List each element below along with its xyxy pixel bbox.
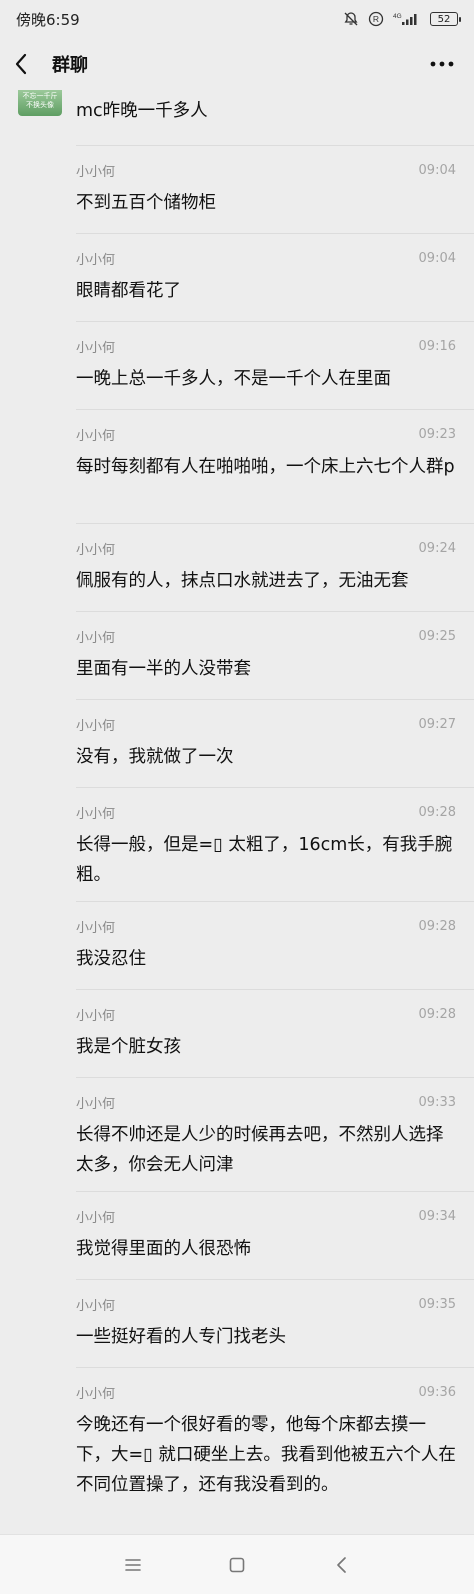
message-time: 09:36 [418, 1384, 456, 1400]
chat-list[interactable]: 不忘一千斤 不换头像 mc昨晚一千多人 小小何 09:04 不到五百个储物柜 小小… [0, 90, 474, 1534]
message-text: 今晚还有一个很好看的零，他每个床都去摸一下，大=▯ 就口硬坐上去。我看到他被五六… [76, 1415, 456, 1495]
sender-name[interactable]: 小小何 [76, 337, 115, 356]
chevron-left-icon [15, 53, 27, 75]
system-back-button[interactable] [327, 1551, 355, 1579]
message-item: 小小何 09:28 长得一般，但是=▯ 太粗了，16cm长，有我手腕粗。 [76, 802, 456, 890]
message-text: 我没忍住 [76, 949, 146, 969]
message-time: 09:28 [418, 918, 456, 934]
message-item: 小小何 09:28 我是个脏女孩 [76, 1004, 456, 1062]
divider [76, 1279, 474, 1280]
sender-name[interactable]: 小小何 [76, 1093, 115, 1112]
message-time: 09:04 [418, 162, 456, 178]
message-time: 09:28 [418, 1006, 456, 1022]
triangle-back-icon [337, 1556, 346, 1573]
message-item: 小小何 09:04 不到五百个储物柜 [76, 160, 456, 218]
status-bar: 傍晚6:59 R 4G 52 [0, 0, 474, 38]
message-time: 09:33 [418, 1094, 456, 1110]
sender-name[interactable]: 小小何 [76, 715, 115, 734]
sender-name[interactable]: 小小何 [76, 1295, 115, 1314]
divider [76, 901, 474, 902]
hamburger-icon [125, 1558, 141, 1571]
network-label: 4G [393, 13, 402, 20]
message-item: 小小何 09:25 里面有一半的人没带套 [76, 626, 456, 684]
message-text: 不到五百个储物柜 [76, 193, 216, 213]
message-time: 09:34 [418, 1208, 456, 1224]
avatar[interactable]: 不忘一千斤 不换头像 [18, 90, 62, 116]
message-item: 小小何 09:24 佩服有的人，抹点口水就进去了，无油无套 [76, 538, 456, 596]
message-text: 我觉得里面的人很恐怖 [76, 1239, 251, 1259]
message-time: 09:24 [418, 540, 456, 556]
message-time: 09:27 [418, 716, 456, 732]
message-text: 长得一般，但是=▯ 太粗了，16cm长，有我手腕粗。 [76, 835, 453, 885]
message-item: 小小何 09:27 没有，我就做了一次 [76, 714, 456, 772]
sender-name[interactable]: 小小何 [76, 627, 115, 646]
battery-icon: 52 [430, 12, 461, 26]
divider [76, 523, 474, 524]
sender-name[interactable]: 小小何 [76, 249, 115, 268]
svg-text:R: R [373, 14, 379, 24]
message-item: mc昨晚一千多人 [76, 96, 456, 126]
sender-name[interactable]: 小小何 [76, 1383, 115, 1402]
message-text: mc昨晚一千多人 [76, 101, 208, 121]
more-button[interactable] [424, 44, 460, 84]
bell-off-icon [343, 11, 359, 27]
divider [76, 787, 474, 788]
message-item: 小小何 09:36 今晚还有一个很好看的零，他每个床都去摸一下，大=▯ 就口硬坐上… [76, 1382, 456, 1500]
system-nav-bar [0, 1534, 474, 1594]
divider [76, 989, 474, 990]
sender-name[interactable]: 小小何 [76, 161, 115, 180]
message-item: 小小何 09:16 一晚上总一千多人，不是一千个人在里面 [76, 336, 456, 394]
message-text: 里面有一半的人没带套 [76, 659, 251, 679]
message-text: 长得不帅还是人少的时候再去吧，不然别人选择太多，你会无人问津 [76, 1125, 444, 1175]
more-dots-icon [430, 61, 454, 67]
message-time: 09:23 [418, 426, 456, 442]
message-text: 眼睛都看花了 [76, 281, 181, 301]
message-item: 小小何 09:34 我觉得里面的人很恐怖 [76, 1206, 456, 1264]
page-title: 群聊 [52, 55, 88, 76]
divider [76, 409, 474, 410]
message-text: 佩服有的人，抹点口水就进去了，无油无套 [76, 571, 409, 591]
divider [76, 145, 474, 146]
message-item: 小小何 09:28 我没忍住 [76, 916, 456, 974]
back-button[interactable] [14, 44, 42, 84]
registered-icon: R [368, 11, 384, 27]
message-text: 没有，我就做了一次 [76, 747, 234, 767]
message-time: 09:35 [418, 1296, 456, 1312]
signal-icon: 4G [393, 11, 421, 27]
divider [76, 233, 474, 234]
divider [76, 1191, 474, 1192]
message-text: 一些挺好看的人专门找老头 [76, 1327, 286, 1347]
message-item: 小小何 09:33 长得不帅还是人少的时候再去吧，不然别人选择太多，你会无人问津 [76, 1092, 456, 1180]
message-item: 小小何 09:04 眼睛都看花了 [76, 248, 456, 306]
status-time: 傍晚6:59 [16, 10, 80, 29]
message-item: 小小何 09:35 一些挺好看的人专门找老头 [76, 1294, 456, 1352]
sender-name[interactable]: 小小何 [76, 917, 115, 936]
message-time: 09:28 [418, 804, 456, 820]
divider [76, 321, 474, 322]
sender-name[interactable]: 小小何 [76, 539, 115, 558]
home-button[interactable] [223, 1551, 251, 1579]
sender-name[interactable]: 小小何 [76, 1005, 115, 1024]
sender-name[interactable]: 小小何 [76, 425, 115, 444]
divider [76, 611, 474, 612]
square-icon [229, 1557, 245, 1572]
message-time: 09:04 [418, 250, 456, 266]
avatar-text-line1: 不忘一千斤 [22, 92, 58, 100]
message-time: 09:25 [418, 628, 456, 644]
sender-name[interactable]: 小小何 [76, 1207, 115, 1226]
divider [76, 1077, 474, 1078]
sender-name[interactable]: 小小何 [76, 803, 115, 822]
divider [76, 1367, 474, 1368]
message-item: 小小何 09:23 每时每刻都有人在啪啪啪，一个床上六七个人群p [76, 424, 456, 482]
avatar-text-line2: 不换头像 [26, 101, 54, 109]
message-time: 09:16 [418, 338, 456, 354]
menu-button[interactable] [119, 1551, 147, 1579]
message-text: 我是个脏女孩 [76, 1037, 181, 1057]
divider [76, 699, 474, 700]
message-text: 每时每刻都有人在啪啪啪，一个床上六七个人群p [76, 457, 455, 477]
status-icons: R 4G 52 [343, 11, 461, 27]
message-text: 一晚上总一千多人，不是一千个人在里面 [76, 369, 391, 389]
nav-bar: 群聊 [0, 38, 474, 90]
